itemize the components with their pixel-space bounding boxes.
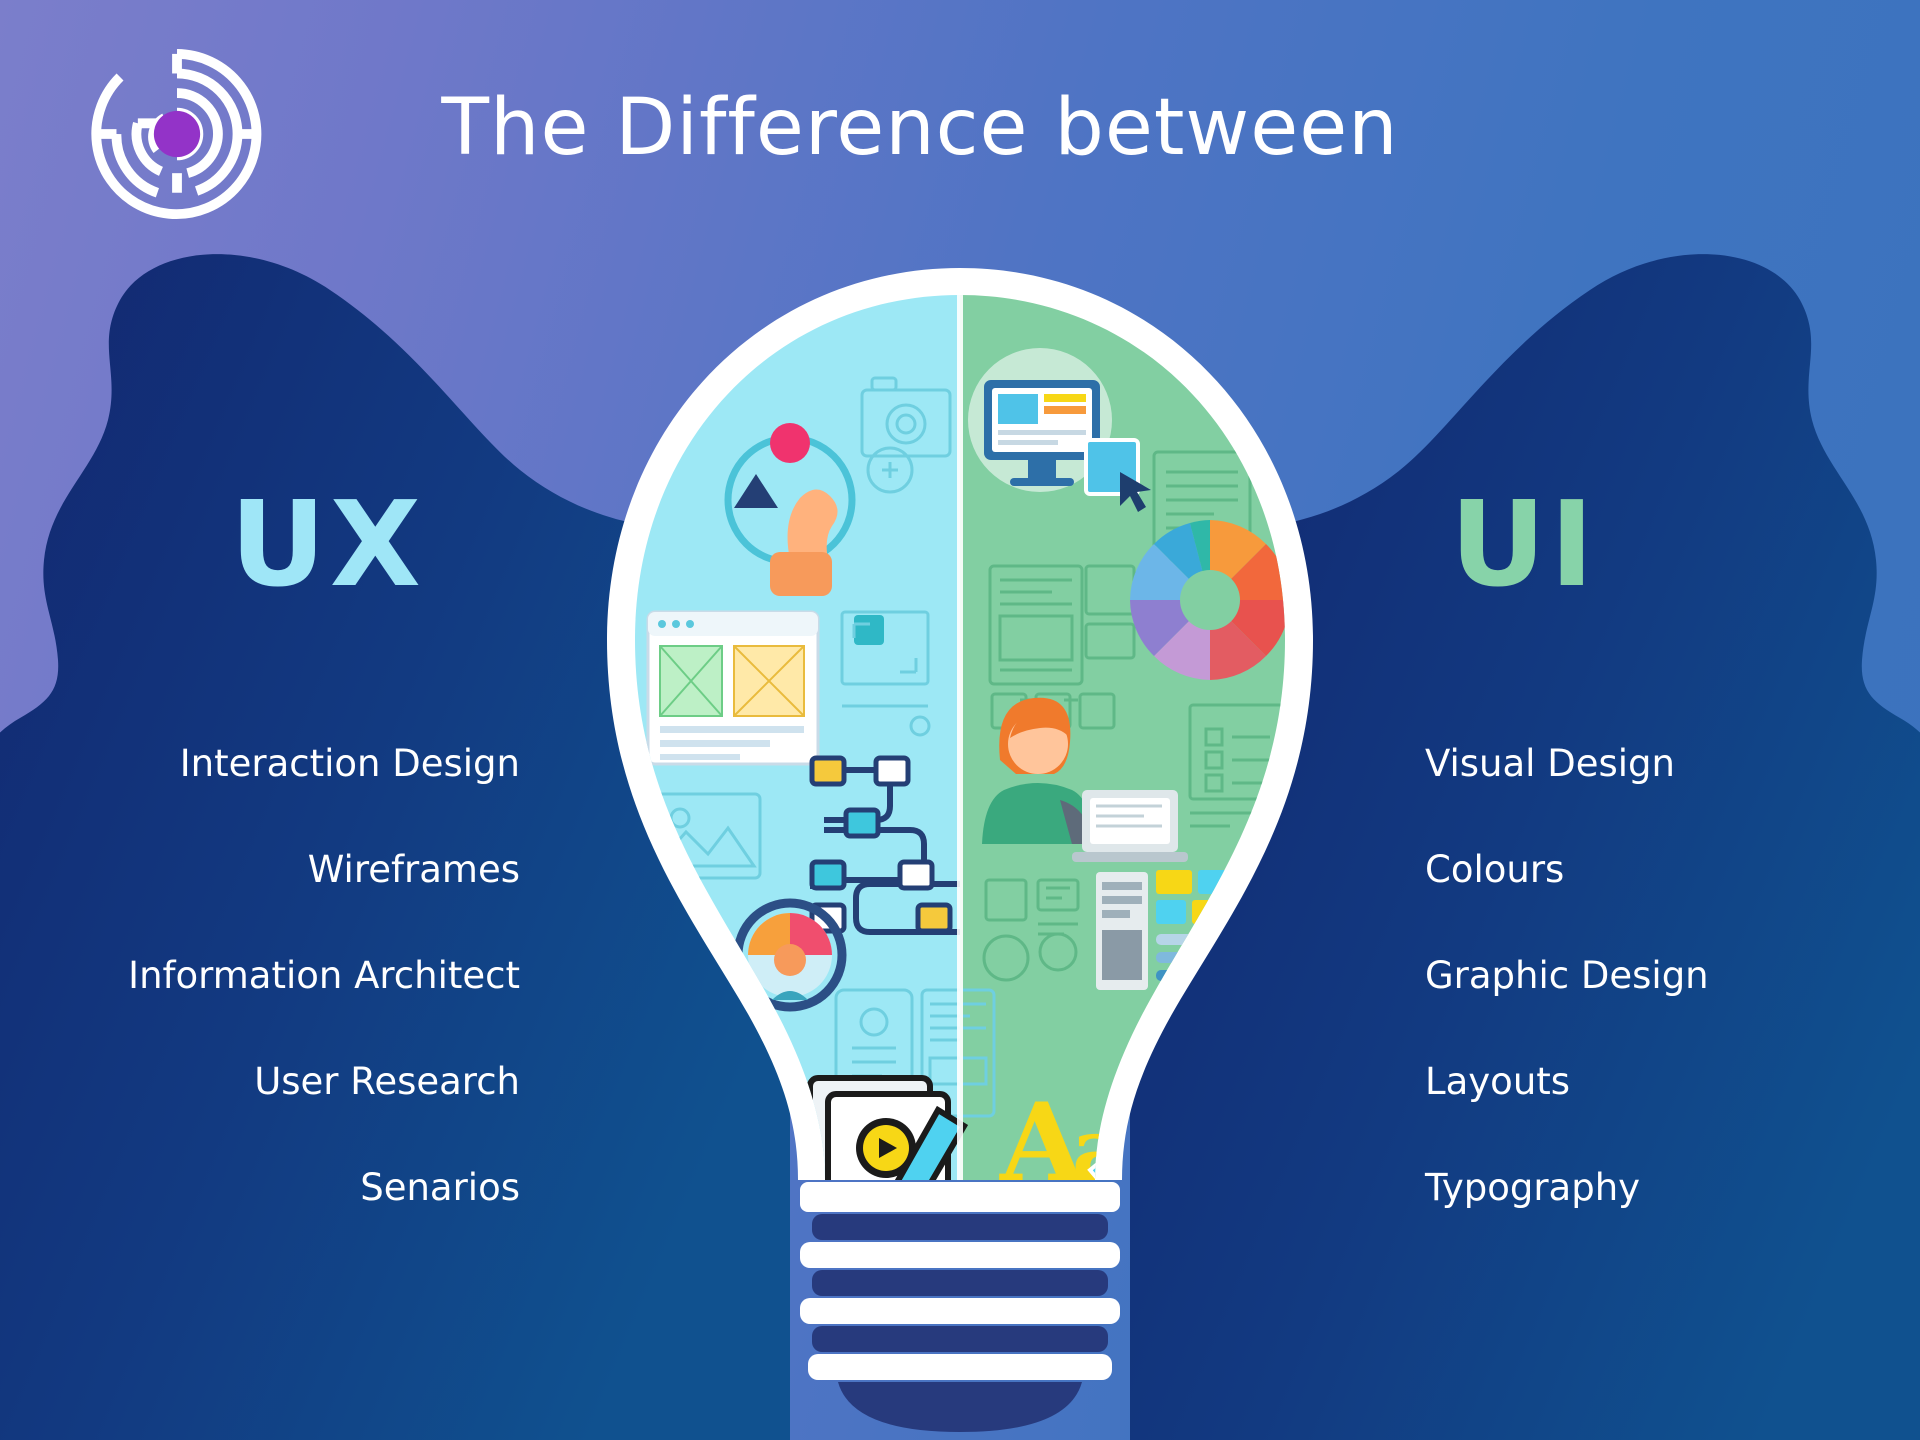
color-wheel-icon bbox=[1130, 520, 1285, 680]
bulb-base bbox=[800, 1182, 1120, 1432]
list-item: Senarios bbox=[360, 1166, 520, 1209]
list-item: Interaction Design bbox=[179, 742, 520, 785]
ux-term-list: Interaction Design Wireframes Informatio… bbox=[60, 745, 520, 1275]
list-item: Layouts bbox=[1425, 1060, 1571, 1103]
list-item: Visual Design bbox=[1425, 742, 1675, 785]
ui-heading: UI bbox=[1450, 475, 1598, 613]
list-item: Information Architect bbox=[128, 954, 520, 997]
ui-term-list: Visual Design Colours Graphic Design Lay… bbox=[1425, 745, 1885, 1275]
list-item: Graphic Design bbox=[1425, 954, 1709, 997]
browser-wireframe-icon bbox=[646, 610, 820, 766]
list-item: Wireframes bbox=[307, 848, 520, 891]
list-item: Colours bbox=[1425, 848, 1565, 891]
ux-heading: UX bbox=[230, 475, 425, 613]
list-item: User Research bbox=[254, 1060, 520, 1103]
infographic-canvas: The Difference between A UX UI Interacti… bbox=[0, 0, 1920, 1440]
list-item: Typography bbox=[1425, 1166, 1641, 1209]
bulb-divider bbox=[957, 295, 963, 1180]
